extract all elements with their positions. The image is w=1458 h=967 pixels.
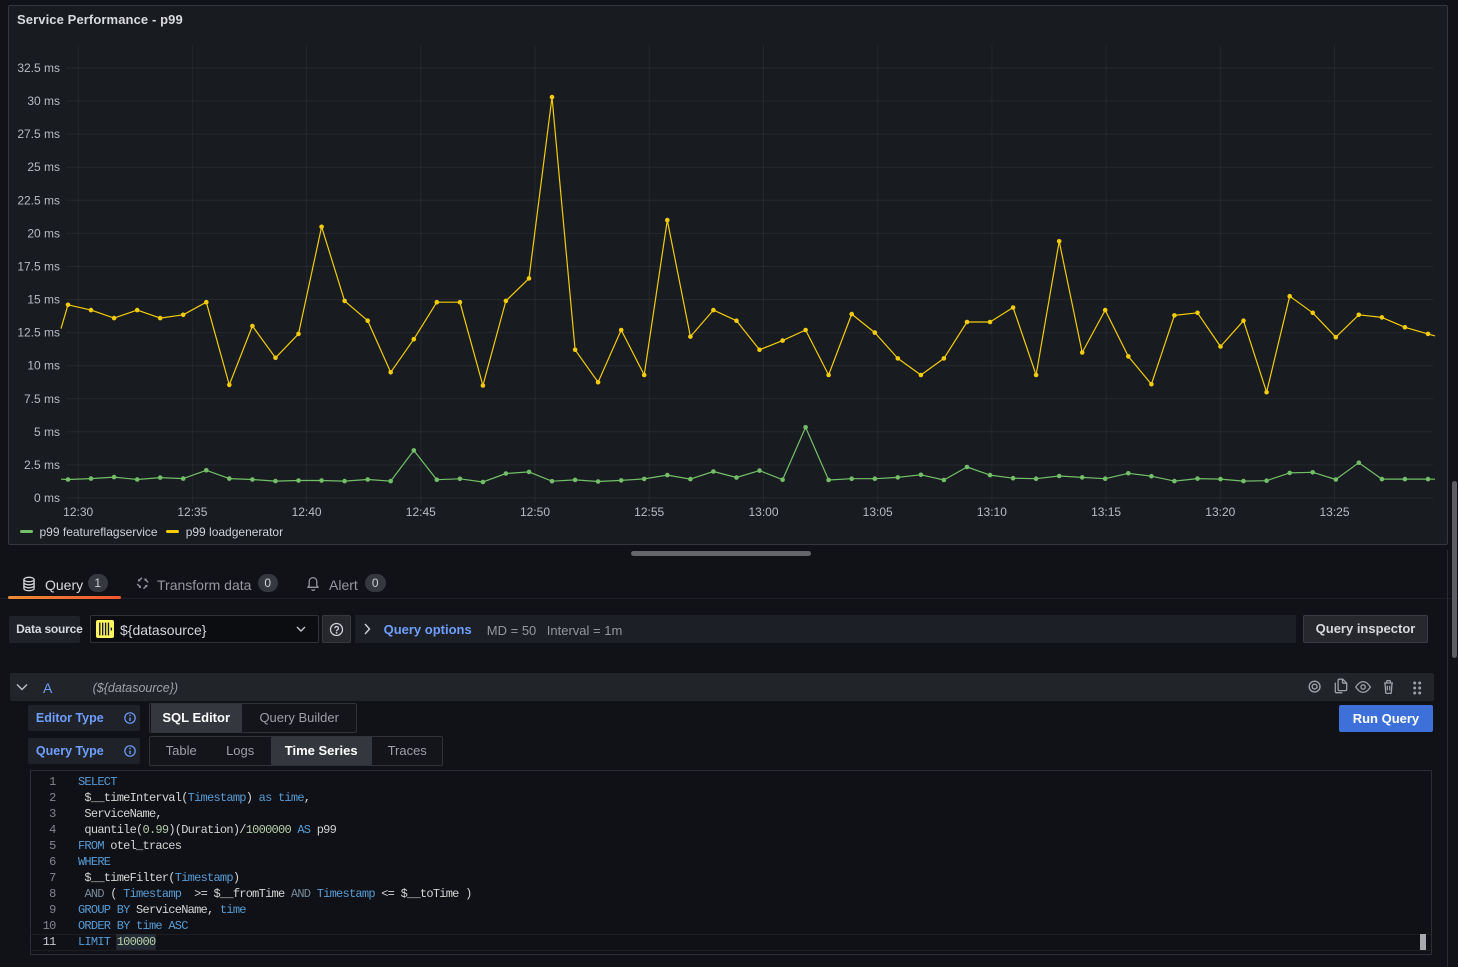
svg-text:17.5 ms: 17.5 ms	[17, 260, 60, 274]
svg-text:12.5 ms: 12.5 ms	[17, 326, 60, 340]
svg-text:13:00: 13:00	[748, 505, 778, 519]
svg-text:27.5 ms: 27.5 ms	[17, 127, 60, 141]
svg-text:2.5 ms: 2.5 ms	[24, 458, 60, 472]
svg-text:30 ms: 30 ms	[27, 94, 60, 108]
svg-text:12:40: 12:40	[292, 505, 322, 519]
svg-text:25 ms: 25 ms	[27, 160, 60, 174]
svg-text:12:45: 12:45	[406, 505, 436, 519]
svg-text:32.5 ms: 32.5 ms	[17, 61, 60, 75]
svg-text:22.5 ms: 22.5 ms	[17, 193, 60, 207]
svg-text:10 ms: 10 ms	[27, 359, 60, 373]
svg-text:0 ms: 0 ms	[34, 491, 60, 505]
svg-text:13:20: 13:20	[1205, 505, 1235, 519]
svg-text:7.5 ms: 7.5 ms	[24, 392, 60, 406]
svg-text:12:50: 12:50	[520, 505, 550, 519]
svg-text:20 ms: 20 ms	[27, 226, 60, 240]
svg-text:13:10: 13:10	[977, 505, 1007, 519]
svg-text:13:15: 13:15	[1091, 505, 1121, 519]
svg-text:5 ms: 5 ms	[34, 425, 60, 439]
svg-text:13:25: 13:25	[1319, 505, 1349, 519]
svg-text:12:30: 12:30	[63, 505, 93, 519]
svg-text:12:35: 12:35	[177, 505, 207, 519]
svg-text:15 ms: 15 ms	[27, 293, 60, 307]
svg-text:13:05: 13:05	[863, 505, 893, 519]
svg-text:12:55: 12:55	[634, 505, 664, 519]
